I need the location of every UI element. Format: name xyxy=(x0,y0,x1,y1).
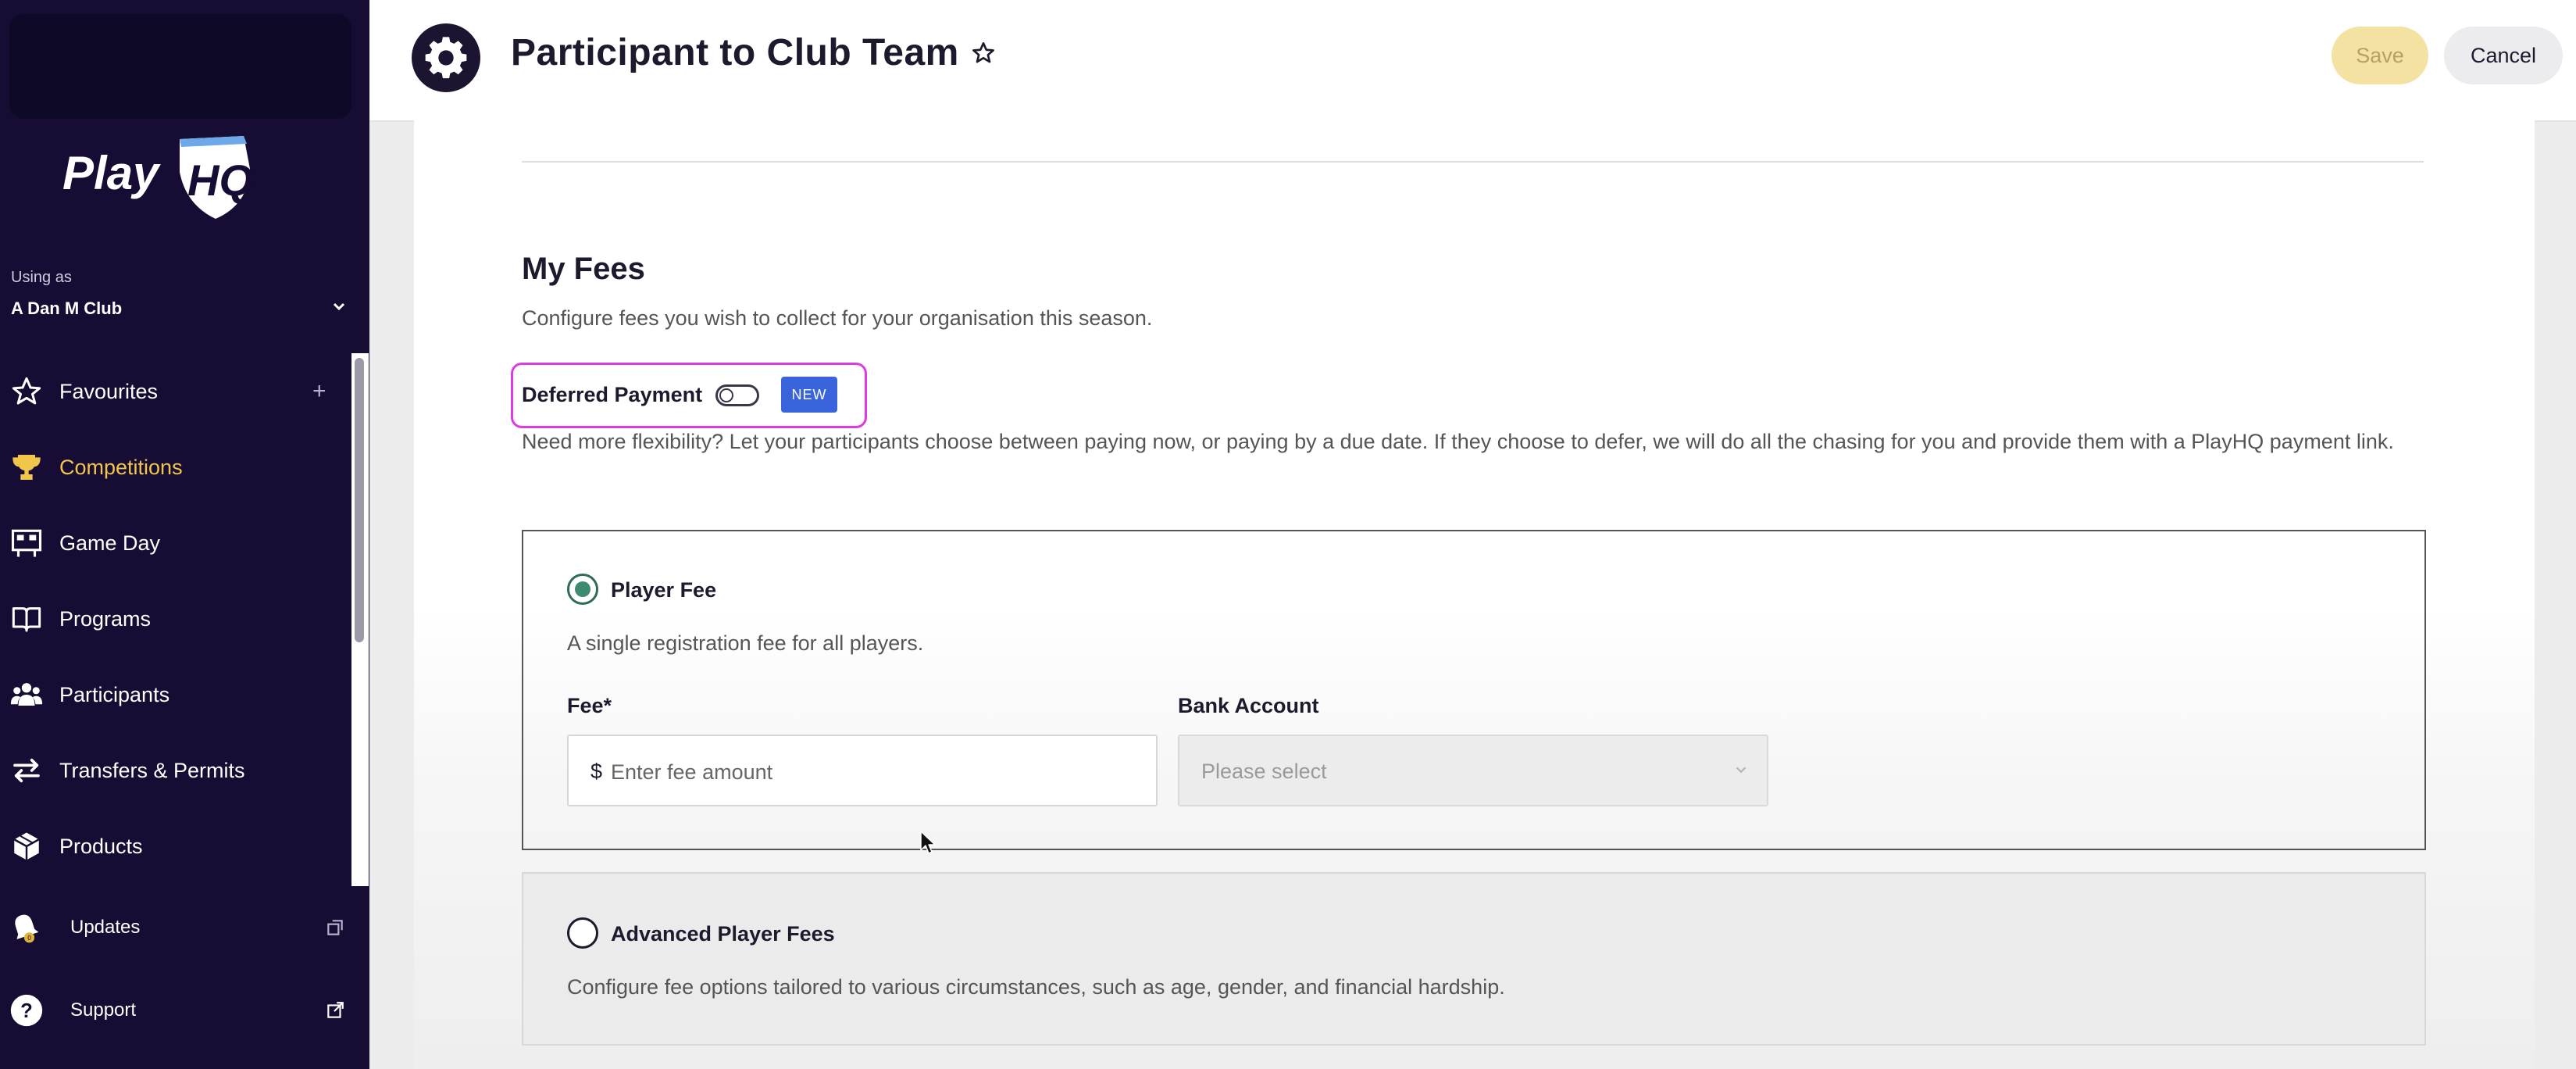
sidebar-item-label: Competitions xyxy=(59,455,183,479)
fee-field-label: Fee* xyxy=(567,694,612,717)
svg-text:HQ: HQ xyxy=(187,156,253,205)
sidebar-scrollbar-thumb[interactable] xyxy=(355,358,364,642)
playhq-logo[interactable]: Play HQ xyxy=(62,133,266,227)
deferred-payment-label: Deferred Payment xyxy=(522,383,703,406)
sidebar-item-products[interactable]: Products xyxy=(0,819,351,874)
sidebar-item-participants[interactable]: Participants xyxy=(0,667,351,722)
new-badge: NEW xyxy=(781,377,837,413)
advanced-fees-title: Advanced Player Fees xyxy=(611,922,835,946)
page-header: Participant to Club Team Save Cancel xyxy=(369,0,2576,122)
people-icon xyxy=(9,678,44,712)
book-icon xyxy=(9,602,44,636)
mouse-cursor-icon xyxy=(920,831,936,854)
bank-account-select[interactable]: Please select xyxy=(1178,735,1768,806)
sidebar-item-competitions[interactable]: Competitions xyxy=(0,440,351,495)
star-icon xyxy=(9,374,44,409)
sidebar-item-programs[interactable]: Programs xyxy=(0,592,351,646)
fee-amount-input[interactable] xyxy=(609,750,1144,794)
sidebar-item-favourites[interactable]: Favourites + xyxy=(0,364,351,419)
using-as-label: Using as xyxy=(11,269,72,286)
sidebar-item-label: Participants xyxy=(59,682,170,706)
bank-account-label: Bank Account xyxy=(1178,694,1319,717)
org-switcher[interactable]: A Dan M Club xyxy=(11,299,122,319)
settings-badge xyxy=(412,23,480,92)
bell-icon: 0 xyxy=(8,910,42,945)
updates-count-badge: 0 xyxy=(27,935,31,942)
chevron-down-icon[interactable] xyxy=(330,297,348,316)
deferred-payment-toggle[interactable] xyxy=(715,384,759,406)
advanced-player-fees-option[interactable]: Advanced Player Fees Configure fee optio… xyxy=(522,872,2426,1046)
help-icon: ? xyxy=(9,993,44,1028)
sidebar-item-transfers-permits[interactable]: Transfers & Permits xyxy=(0,743,351,798)
sidebar-item-label: Updates xyxy=(70,917,141,938)
sidebar: Play HQ Using as A Dan M Club Favourites… xyxy=(0,0,369,1069)
save-button[interactable]: Save xyxy=(2332,27,2428,84)
currency-symbol: $ xyxy=(590,760,603,783)
sidebar-item-label: Favourites xyxy=(59,379,159,403)
sidebar-item-label: Support xyxy=(70,999,137,1021)
advanced-fees-radio[interactable] xyxy=(567,917,598,949)
favourite-star-icon[interactable] xyxy=(971,41,996,66)
trophy-icon xyxy=(9,450,44,484)
box-icon xyxy=(9,829,44,863)
external-link-icon xyxy=(327,920,343,935)
sidebar-item-label: Programs xyxy=(59,606,152,631)
toggle-knob xyxy=(719,388,733,402)
sidebar-top-banner xyxy=(9,14,351,119)
chevron-down-icon xyxy=(1736,767,1746,774)
sidebar-item-label: Game Day xyxy=(59,531,161,555)
svg-text:?: ? xyxy=(20,1000,33,1022)
cancel-button[interactable]: Cancel xyxy=(2444,27,2563,84)
scoreboard-icon xyxy=(9,526,44,560)
add-favourite-button[interactable]: + xyxy=(312,378,326,405)
sidebar-item-label: Products xyxy=(59,834,143,858)
player-fee-description: A single registration fee for all player… xyxy=(567,631,924,655)
external-link-icon xyxy=(327,1002,344,1018)
bank-account-placeholder: Please select xyxy=(1201,760,1327,783)
section-description: Configure fees you wish to collect for y… xyxy=(522,306,1153,330)
sidebar-item-updates[interactable]: 0 Updates xyxy=(0,900,351,955)
section-title: My Fees xyxy=(522,252,645,286)
fee-input-wrapper[interactable]: $ xyxy=(567,735,1158,806)
sidebar-item-support[interactable]: ? Support xyxy=(0,983,351,1038)
svg-text:Play: Play xyxy=(62,147,161,199)
player-fee-option[interactable]: Player Fee A single registration fee for… xyxy=(522,530,2426,850)
divider xyxy=(522,161,2424,163)
sidebar-item-label: Transfers & Permits xyxy=(59,758,245,782)
player-fee-title: Player Fee xyxy=(611,578,717,602)
transfer-arrows-icon xyxy=(9,753,44,788)
sidebar-item-game-day[interactable]: Game Day xyxy=(0,516,351,570)
fees-card: My Fees Configure fees you wish to colle… xyxy=(414,120,2535,1069)
player-fee-radio[interactable] xyxy=(567,574,598,605)
advanced-fees-description: Configure fee options tailored to variou… xyxy=(567,975,1505,999)
gear-icon xyxy=(425,37,467,79)
page-title: Participant to Club Team xyxy=(511,32,959,73)
deferred-payment-description: Need more flexibility? Let your particip… xyxy=(522,430,2394,453)
